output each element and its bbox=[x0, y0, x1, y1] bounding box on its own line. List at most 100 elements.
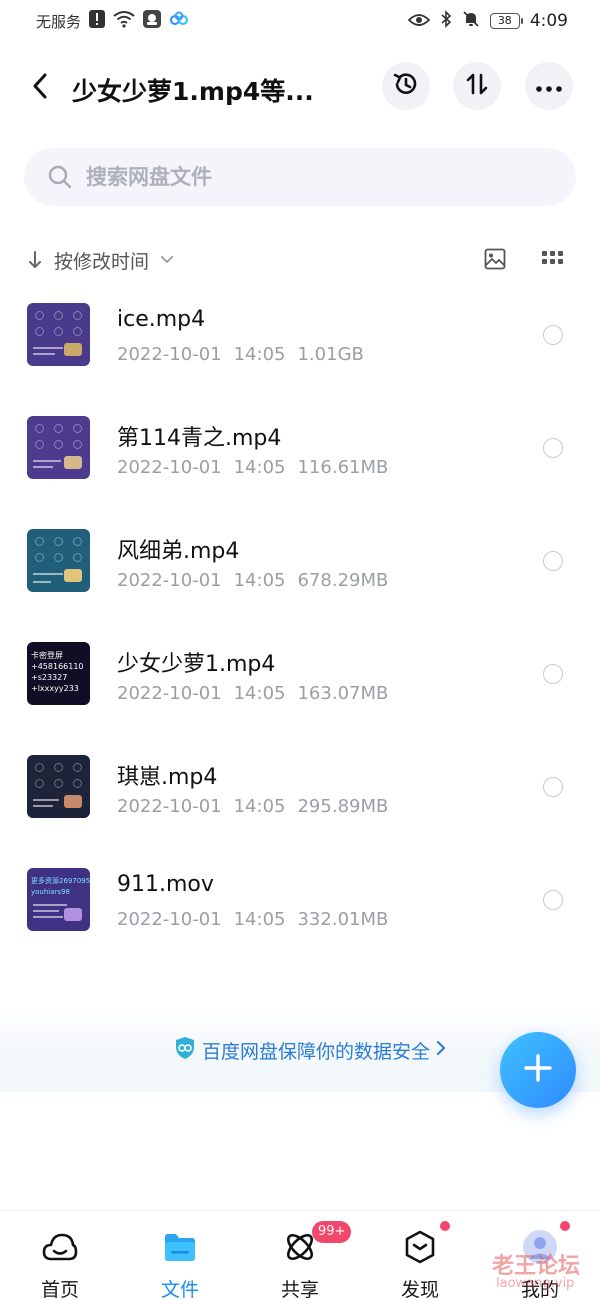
file-name: 第114青之.mp4 bbox=[117, 426, 282, 451]
back-button[interactable] bbox=[22, 70, 58, 106]
bluetooth-icon bbox=[440, 10, 452, 32]
file-list: ice.mp4 2022-10-01 14:05 1.01GB 第114青之.mp4… bbox=[0, 278, 600, 956]
thumbnail-caption: 卡密登屏 +458166110 +s23327 +lxxxyy233 bbox=[31, 651, 84, 693]
more-options-button[interactable] bbox=[525, 62, 573, 110]
sort-bar: 按修改时间 bbox=[24, 240, 576, 280]
chevron-down-icon[interactable] bbox=[161, 256, 173, 264]
grid-view-icon[interactable] bbox=[542, 250, 564, 270]
video-thumbnail bbox=[27, 755, 90, 818]
file-time: 14:05 bbox=[233, 683, 286, 704]
select-radio[interactable] bbox=[543, 325, 563, 345]
video-thumbnail: 卡密登屏 +458166110 +s23327 +lxxxyy233 bbox=[27, 642, 90, 705]
sort-arrows-icon bbox=[465, 71, 489, 101]
search-icon bbox=[46, 163, 74, 191]
file-date: 2022-10-01 bbox=[117, 570, 222, 591]
history-icon bbox=[392, 70, 420, 102]
clock: 4:09 bbox=[529, 11, 568, 31]
baidu-cloud-icon bbox=[169, 11, 189, 31]
file-name: 琪崽.mp4 bbox=[117, 765, 218, 790]
file-date: 2022-10-01 bbox=[117, 796, 222, 817]
file-row[interactable]: 卡密登屏 +458166110 +s23327 +lxxxyy233 少女少萝1… bbox=[0, 617, 600, 730]
security-banner[interactable]: 百度网盘保障你的数据安全 bbox=[174, 1036, 446, 1064]
file-row[interactable]: ice.mp4 2022-10-01 14:05 1.01GB bbox=[0, 278, 600, 391]
file-time: 14:05 bbox=[233, 457, 286, 478]
sort-order-button[interactable] bbox=[453, 62, 501, 110]
file-date: 2022-10-01 bbox=[117, 683, 222, 704]
file-row[interactable]: 第114青之.mp4 2022-10-01 14:05 116.61MB bbox=[0, 391, 600, 504]
add-button[interactable] bbox=[500, 1032, 576, 1108]
select-radio[interactable] bbox=[543, 664, 563, 684]
file-time: 14:05 bbox=[233, 796, 286, 817]
nav-share-label: 共享 bbox=[280, 1279, 319, 1300]
eye-icon bbox=[407, 12, 431, 31]
discover-dot-badge bbox=[440, 1221, 450, 1231]
file-size: 116.61MB bbox=[297, 457, 389, 478]
wifi-icon bbox=[113, 10, 135, 32]
nav-files-label: 文件 bbox=[160, 1279, 199, 1300]
file-row[interactable]: 更多资源269709574 youhiars98 911.mov 2022-10… bbox=[0, 843, 600, 956]
video-thumbnail bbox=[27, 303, 90, 366]
mine-dot-badge bbox=[560, 1221, 570, 1231]
search-input[interactable] bbox=[86, 165, 526, 189]
video-thumbnail bbox=[27, 529, 90, 592]
file-meta: 2022-10-01 14:05 332.01MB bbox=[117, 909, 400, 930]
file-name: 少女少萝1.mp4 bbox=[117, 652, 276, 677]
file-size: 295.89MB bbox=[297, 796, 389, 817]
history-button[interactable] bbox=[382, 62, 430, 110]
carrier-label: 无服务 bbox=[36, 12, 82, 31]
search-bar[interactable] bbox=[24, 148, 576, 206]
page-title: 少女少萝1.mp4等... bbox=[72, 77, 314, 106]
folder-icon bbox=[160, 1227, 200, 1267]
file-size: 332.01MB bbox=[297, 909, 389, 930]
select-radio[interactable] bbox=[543, 777, 563, 797]
file-date: 2022-10-01 bbox=[117, 909, 222, 930]
video-thumbnail bbox=[27, 416, 90, 479]
battery-indicator: 38 bbox=[489, 13, 523, 29]
nav-discover-label: 发现 bbox=[400, 1279, 439, 1300]
file-date: 2022-10-01 bbox=[117, 457, 222, 478]
home-cloud-icon bbox=[40, 1227, 80, 1267]
file-name: 911.mov bbox=[117, 872, 214, 897]
file-name: 风细弟.mp4 bbox=[117, 539, 240, 564]
select-radio[interactable] bbox=[543, 438, 563, 458]
mute-bell-icon bbox=[462, 10, 480, 32]
shield-icon bbox=[174, 1036, 196, 1064]
watermark-url: laowang.vip bbox=[496, 1276, 575, 1291]
status-bar: 无服务 38 4:09 bbox=[0, 0, 600, 42]
nav-home-label: 首页 bbox=[40, 1279, 79, 1300]
share-badge: 99+ bbox=[312, 1221, 352, 1243]
alert-icon bbox=[89, 10, 106, 32]
more-dots-icon bbox=[536, 77, 562, 96]
discover-cube-icon bbox=[400, 1227, 440, 1267]
file-meta: 2022-10-01 14:05 163.07MB bbox=[117, 683, 400, 704]
arrow-down-icon bbox=[24, 250, 46, 270]
nav-home[interactable]: 首页 bbox=[0, 1211, 120, 1300]
chevron-left-icon bbox=[32, 73, 48, 103]
plus-icon bbox=[523, 1053, 553, 1087]
file-size: 1.01GB bbox=[297, 344, 364, 365]
file-meta: 2022-10-01 14:05 295.89MB bbox=[117, 796, 400, 817]
select-radio[interactable] bbox=[543, 890, 563, 910]
file-date: 2022-10-01 bbox=[117, 344, 222, 365]
file-meta: 2022-10-01 14:05 116.61MB bbox=[117, 457, 400, 478]
security-text: 百度网盘保障你的数据安全 bbox=[202, 1040, 431, 1063]
nav-discover[interactable]: 发现 bbox=[360, 1211, 480, 1300]
file-time: 14:05 bbox=[233, 344, 286, 365]
sort-label[interactable]: 按修改时间 bbox=[54, 247, 149, 274]
file-row[interactable]: 琪崽.mp4 2022-10-01 14:05 295.89MB bbox=[0, 730, 600, 843]
nav-share[interactable]: 99+ 共享 bbox=[240, 1211, 360, 1300]
image-view-icon[interactable] bbox=[484, 248, 506, 274]
top-app-bar: 少女少萝1.mp4等... bbox=[0, 58, 600, 118]
thumbnail-caption: 更多资源269709574 youhiars98 bbox=[31, 877, 90, 896]
file-size: 163.07MB bbox=[297, 683, 389, 704]
file-row[interactable]: 风细弟.mp4 2022-10-01 14:05 678.29MB bbox=[0, 504, 600, 617]
video-thumbnail: 更多资源269709574 youhiars98 bbox=[27, 868, 90, 931]
app-notification-icon bbox=[143, 10, 162, 32]
file-meta: 2022-10-01 14:05 1.01GB bbox=[117, 344, 376, 365]
select-radio[interactable] bbox=[543, 551, 563, 571]
file-time: 14:05 bbox=[233, 909, 286, 930]
file-meta: 2022-10-01 14:05 678.29MB bbox=[117, 570, 400, 591]
file-name: ice.mp4 bbox=[117, 307, 206, 332]
chevron-right-icon bbox=[436, 1040, 446, 1060]
nav-files[interactable]: 文件 bbox=[120, 1211, 240, 1300]
